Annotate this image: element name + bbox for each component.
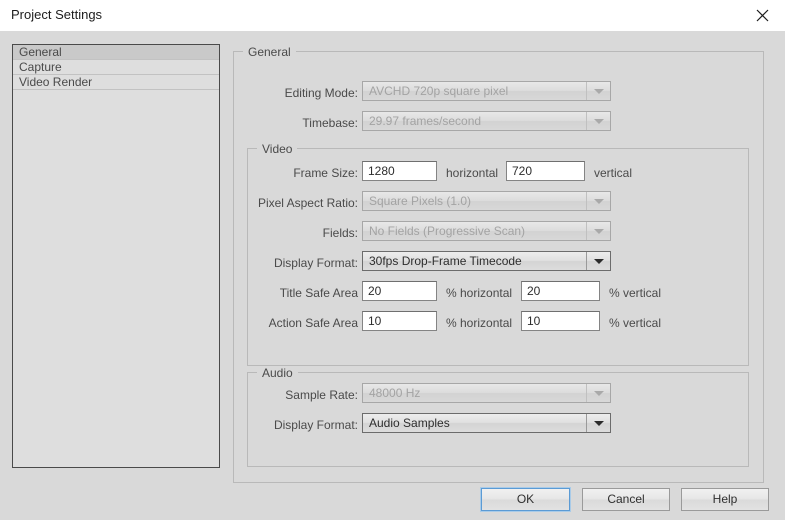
- general-group-title: General: [243, 45, 296, 59]
- frame-size-horizontal-suffix: horizontal: [446, 166, 499, 180]
- audio-display-format-dropdown[interactable]: Audio Samples: [362, 413, 611, 433]
- timebase-label: Timebase:: [302, 116, 358, 130]
- video-display-format-label: Display Format:: [273, 256, 358, 270]
- sidebar-item-video-render[interactable]: Video Render: [13, 75, 219, 90]
- window-title: Project Settings: [11, 7, 103, 22]
- frame-size-vertical-suffix: vertical: [594, 166, 633, 180]
- pixel-aspect-ratio-value: Square Pixels (1.0): [369, 194, 472, 208]
- timebase-dropdown[interactable]: 29.97 frames/second: [362, 111, 611, 131]
- pixel-aspect-ratio-label: Pixel Aspect Ratio:: [257, 196, 358, 210]
- sample-rate-label: Sample Rate:: [285, 388, 358, 402]
- help-button[interactable]: Help: [681, 488, 769, 511]
- sidebar-item-general[interactable]: General: [13, 45, 219, 60]
- sidebar-item-capture[interactable]: Capture: [13, 60, 219, 75]
- title-safe-area-vertical-input[interactable]: [521, 281, 600, 301]
- sidebar-item-label: Capture: [19, 60, 62, 74]
- timebase-value: 29.97 frames/second: [369, 114, 482, 128]
- chevron-down-icon: [586, 192, 610, 210]
- editing-mode-value: AVCHD 720p square pixel: [369, 84, 509, 98]
- audio-group-title: Audio: [257, 366, 298, 380]
- video-display-format-dropdown[interactable]: 30fps Drop-Frame Timecode: [362, 251, 611, 271]
- video-group-title: Video: [257, 142, 298, 156]
- close-button[interactable]: [739, 0, 785, 31]
- audio-display-format-label: Display Format:: [273, 418, 358, 432]
- frame-size-horizontal-input[interactable]: [362, 161, 437, 181]
- chevron-down-icon: [586, 222, 610, 240]
- sidebar-item-label: General: [19, 45, 62, 59]
- fields-label: Fields:: [322, 226, 358, 240]
- fields-value: No Fields (Progressive Scan): [369, 224, 526, 238]
- action-safe-area-horizontal-suffix: % horizontal: [446, 316, 513, 330]
- editing-mode-label: Editing Mode:: [284, 86, 358, 100]
- title-safe-area-horizontal-input[interactable]: [362, 281, 437, 301]
- fields-dropdown[interactable]: No Fields (Progressive Scan): [362, 221, 611, 241]
- settings-category-list[interactable]: General Capture Video Render: [12, 44, 220, 468]
- chevron-down-icon: [586, 384, 610, 402]
- video-display-format-value: 30fps Drop-Frame Timecode: [369, 254, 522, 268]
- action-safe-area-vertical-suffix: % vertical: [609, 316, 662, 330]
- action-safe-area-label: Action Safe Area: [268, 316, 358, 330]
- sample-rate-value: 48000 Hz: [369, 386, 421, 400]
- frame-size-vertical-input[interactable]: [506, 161, 585, 181]
- title-bar: Project Settings: [0, 0, 785, 31]
- action-safe-area-vertical-input[interactable]: [521, 311, 600, 331]
- title-safe-area-label: Title Safe Area: [279, 286, 358, 300]
- frame-size-label: Frame Size:: [293, 166, 358, 180]
- audio-display-format-value: Audio Samples: [369, 416, 450, 430]
- chevron-down-icon: [586, 414, 610, 432]
- title-safe-area-horizontal-suffix: % horizontal: [446, 286, 513, 300]
- editing-mode-dropdown[interactable]: AVCHD 720p square pixel: [362, 81, 611, 101]
- chevron-down-icon: [586, 82, 610, 100]
- dialog-body: General Capture Video Render General Edi…: [0, 31, 785, 520]
- chevron-down-icon: [586, 112, 610, 130]
- pixel-aspect-ratio-dropdown[interactable]: Square Pixels (1.0): [362, 191, 611, 211]
- title-safe-area-vertical-suffix: % vertical: [609, 286, 662, 300]
- cancel-button[interactable]: Cancel: [582, 488, 670, 511]
- sidebar-item-label: Video Render: [19, 75, 93, 89]
- action-safe-area-horizontal-input[interactable]: [362, 311, 437, 331]
- chevron-down-icon: [586, 252, 610, 270]
- sample-rate-dropdown[interactable]: 48000 Hz: [362, 383, 611, 403]
- ok-button[interactable]: OK: [481, 488, 570, 511]
- close-icon: [756, 9, 769, 22]
